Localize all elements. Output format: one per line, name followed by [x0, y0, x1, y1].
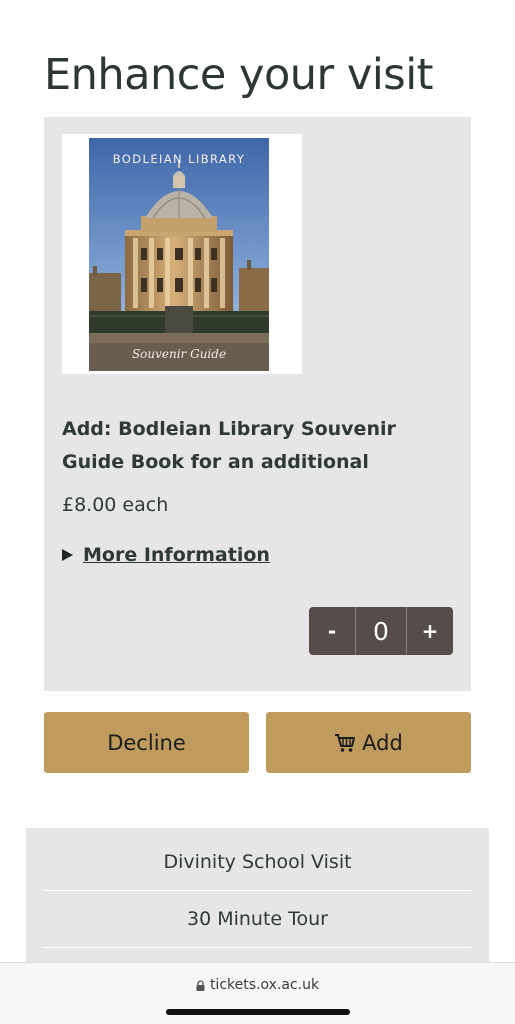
- decline-button[interactable]: Decline: [44, 712, 249, 773]
- book-cover-subtitle: Souvenir Guide: [131, 347, 227, 361]
- ticket-item-divinity-school-visit[interactable]: Divinity School Visit: [44, 834, 471, 891]
- page-title: Enhance your visit: [44, 50, 434, 100]
- more-information-toggle[interactable]: More Information: [62, 544, 270, 566]
- url-text: tickets.ox.ac.uk: [209, 977, 320, 993]
- decline-button-label: Decline: [107, 730, 186, 755]
- book-cover-title: BODLEIAN LIBRARY: [112, 152, 246, 166]
- product-price: £8.00 each: [62, 494, 169, 516]
- increment-button[interactable]: +: [407, 607, 453, 655]
- ticket-item-30-minute-tour[interactable]: 30 Minute Tour: [44, 891, 471, 948]
- add-button[interactable]: Add: [266, 712, 471, 773]
- radcliffe-camera-illustration: [89, 138, 269, 371]
- decrement-button[interactable]: -: [309, 607, 355, 655]
- browser-address-bar: tickets.ox.ac.uk: [0, 962, 515, 1024]
- url-display[interactable]: tickets.ox.ac.uk: [0, 977, 515, 993]
- add-button-label: Add: [362, 730, 403, 755]
- upsell-card: BODLEIAN LIBRARY Souvenir Guide Add: Bod…: [44, 117, 471, 691]
- product-name: Add: Bodleian Library Souvenir Guide Boo…: [62, 418, 396, 473]
- cart-icon: [335, 733, 356, 752]
- disclosure-triangle-icon: [62, 549, 73, 561]
- product-image: BODLEIAN LIBRARY Souvenir Guide: [62, 134, 302, 374]
- quantity-stepper: - 0 +: [309, 607, 453, 655]
- quantity-value[interactable]: 0: [355, 607, 407, 655]
- home-indicator[interactable]: [166, 1009, 350, 1015]
- lock-icon: [196, 979, 205, 991]
- more-information-label[interactable]: More Information: [83, 544, 270, 566]
- book-cover-image: BODLEIAN LIBRARY Souvenir Guide: [89, 138, 269, 371]
